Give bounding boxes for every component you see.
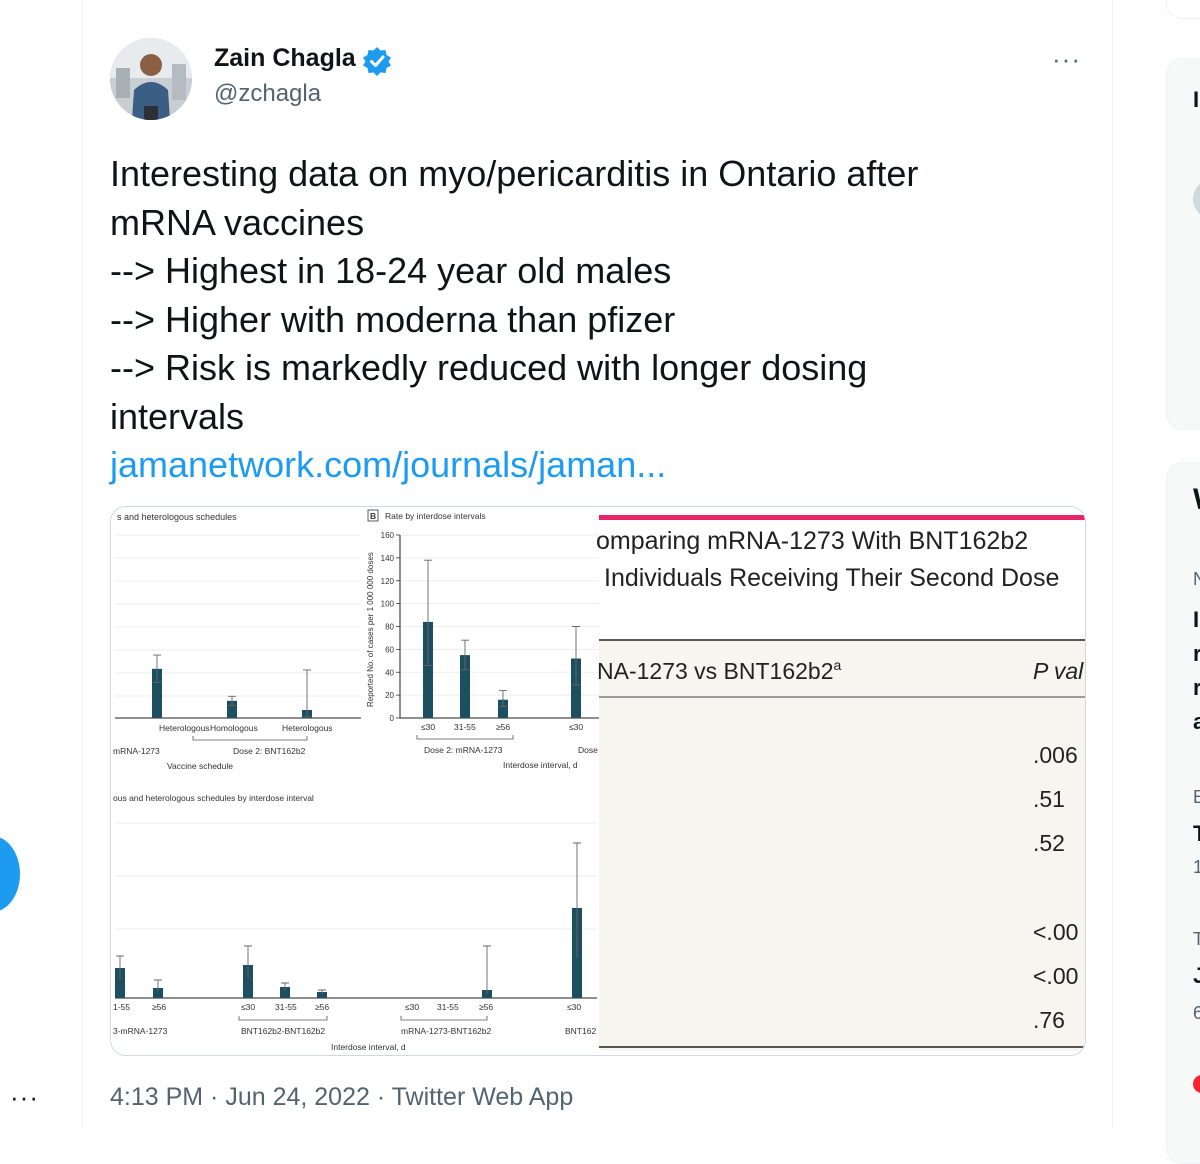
sidebar-fragment: 1	[1193, 857, 1200, 877]
sidebar-card: W N I r r a E T 1 T J 6	[1166, 462, 1200, 1164]
vaccine-schedule-label: Vaccine schedule	[167, 761, 233, 771]
p-value-cell: .52	[1033, 830, 1065, 856]
interval-tick-label: ≤30	[421, 722, 435, 732]
sidebar-fragment: E	[1193, 787, 1200, 807]
dose-cut-label: Dose	[578, 745, 598, 755]
panel-c-title: ous and heterologous schedules by interd…	[113, 793, 314, 803]
tweet-line: --> Higher with moderna than pfizer	[110, 298, 676, 340]
sidebar-fragment: 6	[1193, 1003, 1200, 1023]
p-value-cell: .76	[1033, 1007, 1065, 1033]
y-tick-label: 0	[390, 714, 395, 723]
tweet-line: Interesting data on myo/pericarditis in …	[110, 153, 919, 194]
feed-divider-left	[82, 0, 83, 1128]
sidebar-fragment: J	[1193, 963, 1200, 988]
feed-divider-right	[1112, 0, 1113, 1128]
left-nav-rail: ···	[0, 0, 82, 1128]
interdose-label: Interdose interval, d	[503, 760, 578, 770]
x-tick-label: ≤30	[241, 1002, 255, 1012]
tweet-media-image[interactable]: s and heterologous schedules Heterologou…	[110, 506, 1086, 1056]
x-tick-label: ≥56	[479, 1002, 493, 1012]
panel-b-letter: B	[370, 511, 376, 521]
author-name[interactable]: Zain Chagla	[214, 44, 356, 73]
sidebar-fragment: N	[1193, 569, 1200, 589]
y-tick-label: 80	[385, 623, 394, 632]
interval-tick-label: ≤30	[569, 722, 583, 732]
interval-tick-label: 31-55	[454, 722, 476, 732]
sidebar-fragment: r	[1193, 675, 1200, 700]
x-tick-label: ≤30	[567, 1002, 581, 1012]
sidebar-fragment: r	[1193, 641, 1200, 666]
more-icon[interactable]: ···	[1052, 44, 1081, 75]
tweet-text: Interesting data on myo/pericarditis in …	[110, 150, 1090, 490]
avatar-photo	[110, 38, 192, 120]
sidebar-top-edge	[1166, 0, 1200, 19]
bottom-interdose-label: Interdose interval, d	[331, 1042, 406, 1052]
sidebar-fragment: W	[1193, 483, 1200, 517]
table-body	[599, 641, 1085, 1051]
panel-a-title: s and heterologous schedules	[117, 512, 237, 522]
schedule-label: Heterologous	[159, 723, 210, 733]
x-tick-label: ≥56	[152, 1002, 166, 1012]
sidebar-card: I	[1166, 58, 1200, 430]
avatar[interactable]	[110, 38, 192, 120]
x-tick-label: ≤30	[405, 1002, 419, 1012]
table-accent-bar	[599, 515, 1085, 520]
p-value-cell: .51	[1033, 786, 1065, 812]
tweet-link[interactable]: jamanetwork.com/journals/jaman...	[110, 441, 1090, 490]
sidebar-avatar	[1193, 179, 1200, 219]
author-handle[interactable]: @zchagla	[214, 80, 321, 108]
x-tick-label: 31-55	[437, 1002, 459, 1012]
panel-b-title: Rate by interdose intervals	[385, 511, 486, 521]
tweet-line: --> Risk is markedly reduced with longer…	[110, 347, 868, 388]
tweet-timestamp[interactable]: 4:13 PM · Jun 24, 2022 · Twitter Web App	[110, 1083, 573, 1112]
tweet-line: --> Highest in 18-24 year old males	[110, 250, 672, 291]
table-column-header: NA-1273 vs BNT162b2a	[597, 657, 842, 684]
media-figure: s and heterologous schedules Heterologou…	[111, 507, 1085, 1055]
sidebar-fragment: T	[1193, 821, 1200, 846]
y-axis-label: Reported No. of cases per 1 000 000 dose…	[366, 552, 375, 707]
group-label: BNT162b2-BNT162b2	[241, 1026, 325, 1036]
dose2-mrna-label: Dose 2: mRNA-1273	[424, 745, 503, 755]
verified-badge-icon	[363, 47, 391, 76]
dose-label: mRNA-1273	[113, 746, 160, 756]
group-label: 3-mRNA-1273	[113, 1026, 168, 1036]
group-label: mRNA-1273-BNT162b2	[401, 1026, 492, 1036]
compose-tweet-button[interactable]	[0, 836, 20, 912]
y-tick-label: 40	[385, 668, 394, 677]
p-value-cell: <.00	[1033, 919, 1078, 945]
tweet-line: mRNA vaccines	[110, 201, 365, 243]
x-tick-label: 31-55	[275, 1002, 297, 1012]
sidebar-fragment: a	[1193, 709, 1200, 734]
p-value-cell: <.00	[1033, 963, 1078, 989]
x-tick-label: ≥56	[315, 1002, 329, 1012]
table-title: Individuals Receiving Their Second Dose	[604, 564, 1059, 592]
sidebar-fragment: I	[1193, 607, 1200, 632]
schedule-label: Heterologous	[282, 723, 333, 733]
y-tick-label: 60	[385, 645, 394, 654]
interval-tick-label: ≥56	[496, 722, 510, 732]
table-title: omparing mRNA-1273 With BNT162b2	[596, 527, 1028, 555]
sidebar-red-dot-icon	[1193, 1075, 1200, 1093]
x-tick-label: 1-55	[113, 1002, 130, 1012]
more-options-icon[interactable]: ···	[10, 1082, 39, 1113]
sidebar-fragment: T	[1193, 929, 1200, 949]
group-label: BNT162	[565, 1026, 596, 1036]
y-tick-label: 100	[381, 600, 395, 609]
p-value-cell: .006	[1033, 742, 1078, 768]
y-tick-label: 140	[381, 554, 395, 563]
y-tick-label: 160	[381, 531, 395, 540]
sidebar-fragment: I	[1193, 87, 1200, 112]
y-tick-label: 20	[385, 691, 394, 700]
y-tick-label: 120	[381, 577, 395, 586]
dose-label: Dose 2: BNT162b2	[233, 746, 306, 756]
tweet-line: intervals	[110, 395, 245, 437]
table-column-header: P val	[1033, 658, 1084, 684]
schedule-label: Homologous	[210, 723, 258, 733]
